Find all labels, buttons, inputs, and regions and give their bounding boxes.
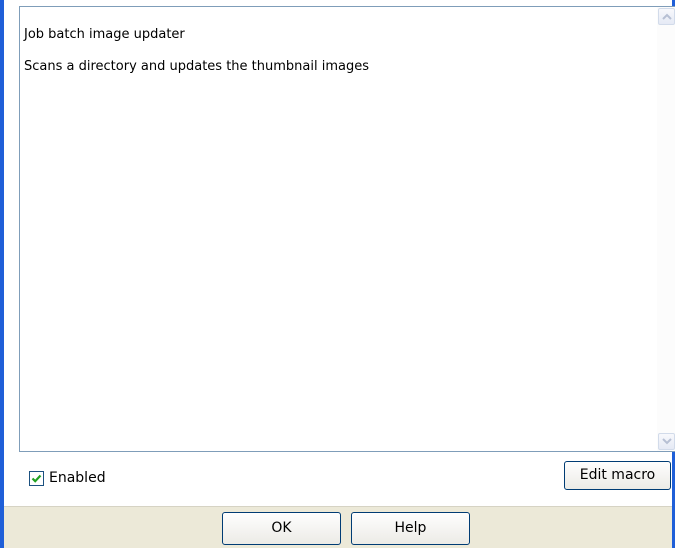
scroll-up-button[interactable] (658, 8, 675, 25)
enabled-option[interactable]: Enabled (29, 468, 106, 488)
checkmark-icon (31, 474, 42, 483)
description-line-1: Job batch image updater (24, 27, 185, 42)
help-button[interactable]: Help (351, 512, 470, 545)
description-text-content: Job batch image updater Scans a director… (24, 11, 652, 91)
description-text-area[interactable]: Job batch image updater Scans a director… (19, 6, 675, 452)
vertical-scrollbar[interactable] (657, 7, 675, 451)
enabled-label: Enabled (49, 470, 106, 486)
macro-dialog-window: Job batch image updater Scans a director… (0, 0, 675, 548)
scroll-down-button[interactable] (658, 433, 675, 450)
description-line-2: Scans a directory and updates the thumbn… (24, 59, 369, 74)
ok-button[interactable]: OK (222, 512, 341, 545)
enabled-checkbox[interactable] (29, 470, 44, 486)
dialog-button-bar: OK Help (4, 506, 672, 548)
chevron-up-icon (662, 13, 672, 20)
edit-macro-button[interactable]: Edit macro (564, 461, 671, 490)
chevron-down-icon (662, 438, 672, 445)
options-row: Enabled Edit macro (4, 453, 672, 506)
content-panel: Job batch image updater Scans a director… (4, 0, 675, 506)
